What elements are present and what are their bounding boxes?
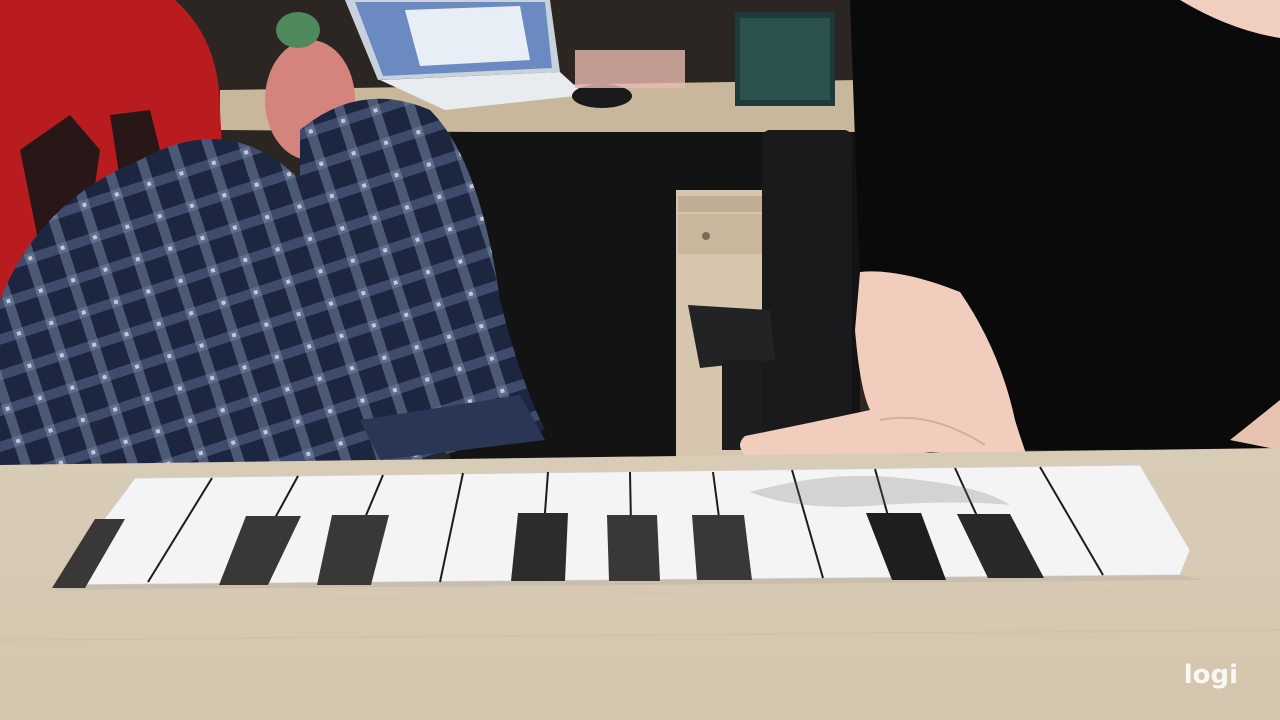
webcam-frame xyxy=(0,0,1280,720)
black-key-6 xyxy=(692,515,752,580)
paper-piano-keyboard xyxy=(52,464,1205,590)
pink-box xyxy=(575,50,685,88)
black-key-5 xyxy=(607,515,660,581)
logi-watermark: logi xyxy=(1183,660,1238,690)
black-key-4 xyxy=(511,513,568,581)
